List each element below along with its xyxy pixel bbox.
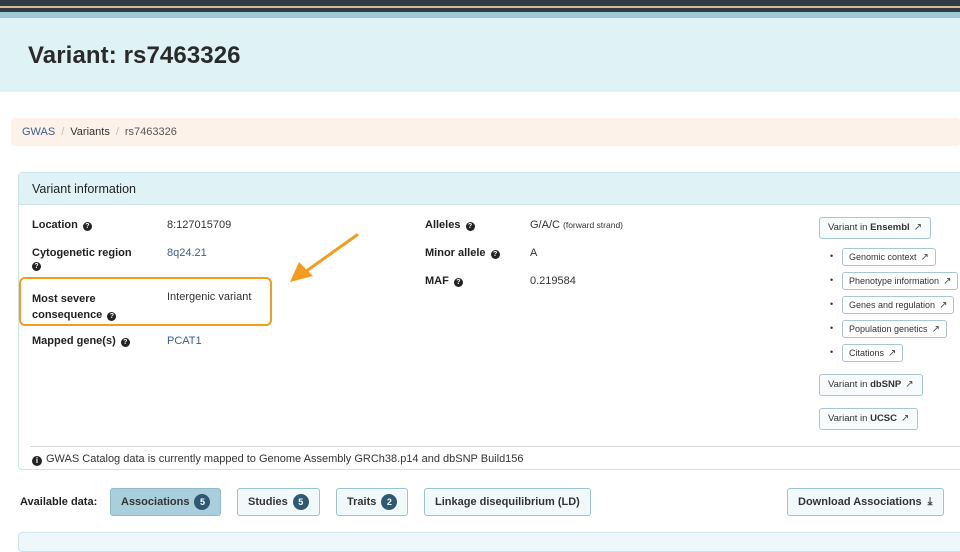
tab-associations-label: Associations [121, 496, 190, 508]
dbsnp-button[interactable]: Variant in dbSNP ↗ [819, 374, 923, 396]
external-link-icon: ↗ [913, 222, 923, 233]
dbsnp-button-name: dbSNP [870, 379, 902, 390]
dbsnp-button-prefix: Variant in [828, 379, 871, 390]
maf-label-text: MAF [425, 275, 449, 287]
download-associations-button[interactable]: Download Associations ⤓ [787, 488, 944, 516]
list-bullet: • [830, 323, 834, 333]
info-icon: i [32, 456, 42, 466]
citations-link[interactable]: Citations ↗ [842, 344, 904, 362]
panel-divider [30, 446, 960, 447]
question-icon[interactable]: ? [453, 278, 463, 287]
assembly-footnote: i GWAS Catalog data is currently mapped t… [32, 453, 524, 466]
external-link-icon: ↗ [888, 348, 897, 359]
tab-studies[interactable]: Studies 5 [237, 488, 320, 516]
phenotype-information-link[interactable]: Phenotype information ↗ [842, 272, 959, 290]
ensembl-button-prefix: Variant in [828, 222, 871, 233]
minor-allele-value: A [530, 247, 538, 259]
ucsc-button-prefix: Variant in [828, 413, 871, 424]
minor-allele-label-text: Minor allele [425, 247, 486, 259]
external-link-icon: ↗ [920, 252, 929, 263]
associations-count-badge: 5 [194, 494, 211, 510]
external-link-icon: ↗ [943, 276, 952, 287]
external-link-icon: ↗ [939, 300, 948, 311]
maf-label: MAF ? [425, 275, 463, 287]
list-bullet: • [830, 347, 834, 357]
minor-allele-label: Minor allele ? [425, 247, 500, 259]
ensembl-button-name: Ensembl [870, 222, 910, 233]
ensembl-button[interactable]: Variant in Ensembl ↗ [819, 217, 932, 239]
external-link-icon: ↗ [905, 379, 914, 390]
alleles-label: Alleles ? [425, 219, 475, 231]
genes-and-regulation-link[interactable]: Genes and regulation ↗ [842, 296, 955, 314]
studies-count-badge: 5 [292, 494, 309, 510]
genomic-context-label: Genomic context [849, 252, 917, 262]
tab-traits[interactable]: Traits 2 [336, 488, 409, 516]
download-associations-label: Download Associations [798, 496, 922, 508]
associations-panel [18, 532, 960, 552]
list-bullet: • [830, 299, 834, 309]
alleles-value: G/A/C (forward strand) [530, 219, 623, 231]
question-icon[interactable]: ? [490, 250, 500, 259]
alleles-value-text: G/A/C [530, 219, 560, 231]
maf-value: 0.219584 [530, 275, 576, 287]
external-link-icon: ↗ [901, 413, 910, 424]
list-bullet: • [830, 275, 834, 285]
phenotype-information-label: Phenotype information [849, 276, 940, 286]
question-icon[interactable]: ? [465, 222, 475, 231]
alleles-strand-note: (forward strand) [563, 220, 624, 230]
available-data-label: Available data: [20, 496, 98, 508]
traits-count-badge: 2 [381, 494, 398, 510]
genes-and-regulation-label: Genes and regulation [849, 300, 936, 310]
genomic-context-link[interactable]: Genomic context ↗ [842, 248, 936, 266]
tab-linkage-disequilibrium[interactable]: Linkage disequilibrium (LD) [424, 488, 591, 516]
list-bullet: • [830, 251, 834, 261]
external-link-icon: ↗ [931, 324, 940, 335]
ucsc-button-name: UCSC [870, 413, 897, 424]
population-genetics-label: Population genetics [849, 324, 928, 334]
download-icon: ⤓ [927, 496, 933, 508]
tab-studies-label: Studies [248, 496, 288, 508]
assembly-footnote-text: GWAS Catalog data is currently mapped to… [46, 453, 524, 465]
tab-traits-label: Traits [347, 496, 377, 508]
tab-associations[interactable]: Associations 5 [110, 488, 222, 516]
alleles-label-text: Alleles [425, 219, 461, 231]
population-genetics-link[interactable]: Population genetics ↗ [842, 320, 947, 338]
ucsc-button[interactable]: Variant in UCSC ↗ [819, 408, 919, 430]
citations-label: Citations [849, 348, 885, 358]
